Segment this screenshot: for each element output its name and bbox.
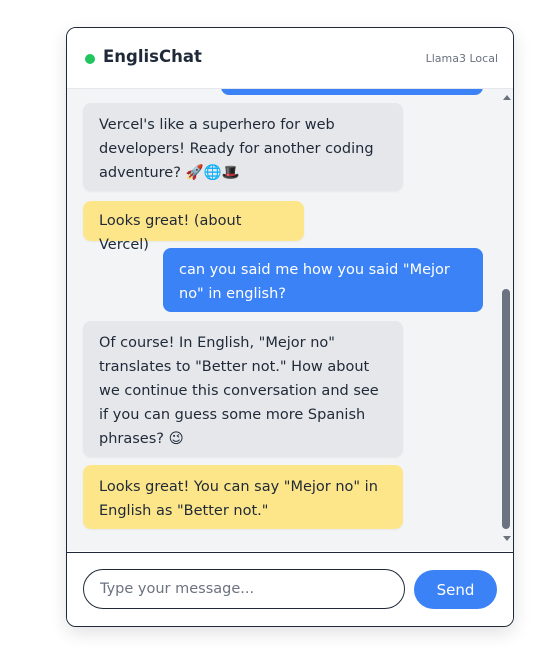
model-label: Llama3 Local <box>425 52 498 65</box>
correction-message: Looks great! You can say "Mejor no" in E… <box>83 465 403 529</box>
bot-message: Vercel's like a superhero for web develo… <box>83 103 403 191</box>
send-button[interactable]: Send <box>414 570 497 609</box>
message-input[interactable] <box>83 569 405 609</box>
chat-window: EnglisChat Llama3 Local Vercel's like a … <box>66 27 514 627</box>
scroll-up-arrow-icon[interactable] <box>503 95 511 100</box>
online-status-indicator <box>85 54 95 64</box>
scroll-down-arrow-icon[interactable] <box>503 536 511 541</box>
app-title: EnglisChat <box>103 47 202 66</box>
correction-message: Looks great! (about Vercel) <box>83 201 304 253</box>
input-bar: Send <box>67 552 513 626</box>
chat-header: EnglisChat Llama3 Local <box>67 28 513 89</box>
bot-message: Of course! In English, "Mejor no" transl… <box>83 321 403 457</box>
message-list[interactable]: Vercel's like a superhero for web develo… <box>67 89 513 551</box>
scrollbar-thumb[interactable] <box>502 289 510 529</box>
scrollbar[interactable] <box>501 95 511 541</box>
user-message <box>221 89 483 95</box>
user-message: can you said me how you said "Mejor no" … <box>163 248 483 312</box>
